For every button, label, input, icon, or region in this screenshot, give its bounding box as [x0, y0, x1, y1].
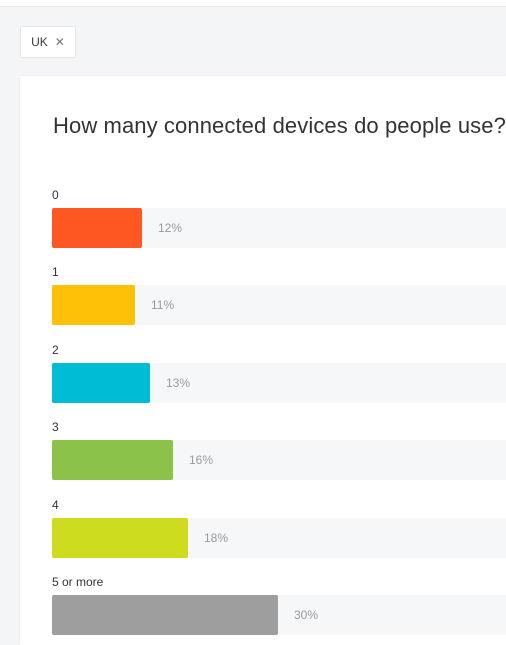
- filter-chip-uk[interactable]: UK ✕: [20, 26, 76, 58]
- bar-chart: 0 12% 1 11% 2 13% 3 16% 4 18% 5 or more 30%: [20, 76, 506, 645]
- bar-0: [52, 208, 142, 248]
- bar-track-5-or-more: 30%: [52, 595, 506, 635]
- value-label-1: 11%: [151, 298, 175, 312]
- bar-track-2: 13%: [52, 363, 506, 403]
- chart-card: How many connected devices do people use…: [20, 76, 506, 645]
- value-label-4: 18%: [204, 531, 229, 545]
- value-label-3: 16%: [189, 453, 214, 467]
- value-label-2: 13%: [166, 376, 191, 390]
- value-label-0: 12%: [158, 221, 183, 235]
- bar-track-0: 12%: [52, 208, 506, 248]
- close-icon[interactable]: ✕: [55, 36, 65, 48]
- filter-chip-label: UK: [31, 35, 48, 49]
- top-strip: [0, 0, 506, 7]
- bar-1: [52, 285, 135, 325]
- bar-3: [52, 440, 173, 480]
- bar-track-4: 18%: [52, 518, 506, 558]
- category-label-1: 1: [52, 265, 59, 279]
- value-label-5-or-more: 30%: [294, 608, 319, 622]
- category-label-0: 0: [52, 188, 59, 202]
- bar-track-1: 11%: [52, 285, 506, 325]
- bar-4: [52, 518, 188, 558]
- category-label-2: 2: [52, 343, 59, 357]
- category-label-5-or-more: 5 or more: [52, 575, 104, 589]
- bar-2: [52, 363, 150, 403]
- category-label-4: 4: [52, 498, 59, 512]
- category-label-3: 3: [52, 420, 59, 434]
- bar-5-or-more: [52, 595, 278, 635]
- bar-track-3: 16%: [52, 440, 506, 480]
